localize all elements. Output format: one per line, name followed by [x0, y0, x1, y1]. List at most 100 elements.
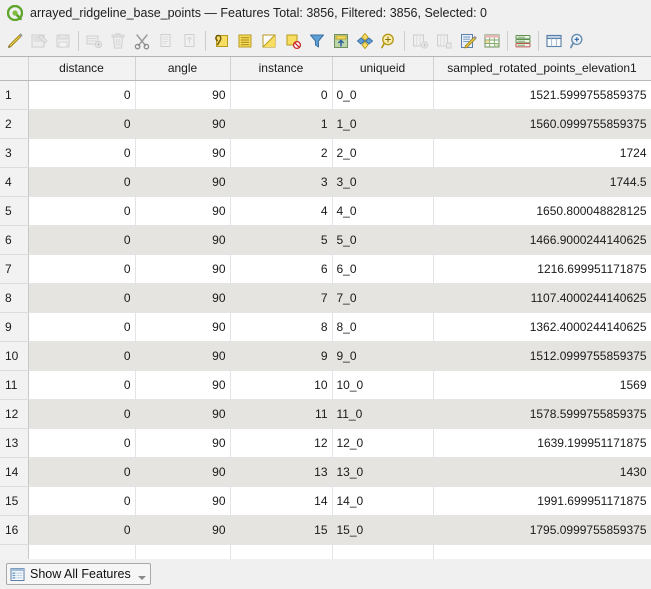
cell-distance[interactable]: 0: [28, 167, 136, 197]
cell-elevation[interactable]: 1724: [433, 138, 651, 168]
cell-instance[interactable]: [230, 544, 333, 559]
column-header-instance[interactable]: instance: [230, 57, 333, 81]
table-row[interactable]: 3 0 90 2 2_0 1724: [0, 138, 651, 168]
table-row[interactable]: 2 0 90 1 1_0 1560.0999755859375: [0, 109, 651, 139]
cell-elevation[interactable]: 1650.800048828125: [433, 196, 651, 226]
table-row-partial[interactable]: [0, 544, 651, 559]
cell-angle[interactable]: 90: [135, 109, 231, 139]
attribute-table[interactable]: distance angle instance uniqueid sampled…: [0, 56, 651, 559]
cell-distance[interactable]: 0: [28, 370, 136, 400]
select-by-expression-icon[interactable]: [209, 29, 233, 53]
cell-instance[interactable]: 9: [230, 341, 333, 371]
cell-uniqueid[interactable]: [332, 544, 434, 559]
cell-angle[interactable]: 90: [135, 515, 231, 545]
cell-instance[interactable]: 10: [230, 370, 333, 400]
cell-instance[interactable]: 1: [230, 109, 333, 139]
invert-selection-icon[interactable]: [257, 29, 281, 53]
cell-uniqueid[interactable]: 11_0: [332, 399, 434, 429]
cell-distance[interactable]: 0: [28, 196, 136, 226]
organize-columns-icon[interactable]: [511, 29, 535, 53]
cell-angle[interactable]: 90: [135, 370, 231, 400]
add-feature-icon[interactable]: [82, 29, 106, 53]
column-header-angle[interactable]: angle: [135, 57, 231, 81]
table-row[interactable]: 11 0 90 10 10_0 1569: [0, 370, 651, 400]
row-number[interactable]: 12: [0, 399, 29, 429]
table-row[interactable]: 15 0 90 14 14_0 1991.699951171875: [0, 486, 651, 516]
table-row[interactable]: 8 0 90 7 7_0 1107.4000244140625: [0, 283, 651, 313]
cell-angle[interactable]: 90: [135, 254, 231, 284]
cell-distance[interactable]: 0: [28, 515, 136, 545]
row-number[interactable]: 2: [0, 109, 29, 139]
cell-uniqueid[interactable]: 8_0: [332, 312, 434, 342]
column-header-elevation[interactable]: sampled_rotated_points_elevation1: [433, 57, 651, 81]
filter-selection-icon[interactable]: [305, 29, 329, 53]
cell-instance[interactable]: 8: [230, 312, 333, 342]
cell-uniqueid[interactable]: 3_0: [332, 167, 434, 197]
open-field-calculator-icon[interactable]: [456, 29, 480, 53]
cell-angle[interactable]: 90: [135, 457, 231, 487]
cell-uniqueid[interactable]: 2_0: [332, 138, 434, 168]
cell-distance[interactable]: 0: [28, 312, 136, 342]
cell-uniqueid[interactable]: 15_0: [332, 515, 434, 545]
cell-instance[interactable]: 14: [230, 486, 333, 516]
cell-uniqueid[interactable]: 13_0: [332, 457, 434, 487]
cell-distance[interactable]: 0: [28, 486, 136, 516]
cell-uniqueid[interactable]: 4_0: [332, 196, 434, 226]
show-all-features-button[interactable]: Show All Features: [6, 563, 151, 585]
cell-elevation[interactable]: 1795.0999755859375: [433, 515, 651, 545]
cell-elevation[interactable]: 1466.9000244140625: [433, 225, 651, 255]
cell-distance[interactable]: 0: [28, 225, 136, 255]
cell-elevation[interactable]: 1216.699951171875: [433, 254, 651, 284]
cell-instance[interactable]: 6: [230, 254, 333, 284]
cell-instance[interactable]: 5: [230, 225, 333, 255]
cell-uniqueid[interactable]: 9_0: [332, 341, 434, 371]
cell-elevation[interactable]: 1560.0999755859375: [433, 109, 651, 139]
cell-uniqueid[interactable]: 0_0: [332, 80, 434, 110]
cell-uniqueid[interactable]: 12_0: [332, 428, 434, 458]
row-number[interactable]: 1: [0, 80, 29, 110]
row-number[interactable]: 14: [0, 457, 29, 487]
reload-table-icon[interactable]: [51, 29, 75, 53]
row-number[interactable]: 3: [0, 138, 29, 168]
cell-instance[interactable]: 4: [230, 196, 333, 226]
cell-elevation[interactable]: 1521.5999755859375: [433, 80, 651, 110]
row-number[interactable]: 15: [0, 486, 29, 516]
row-number[interactable]: 11: [0, 370, 29, 400]
cell-instance[interactable]: 3: [230, 167, 333, 197]
cell-uniqueid[interactable]: 14_0: [332, 486, 434, 516]
table-row[interactable]: 16 0 90 15 15_0 1795.0999755859375: [0, 515, 651, 545]
cell-angle[interactable]: 90: [135, 341, 231, 371]
cell-elevation[interactable]: 1430: [433, 457, 651, 487]
select-all-icon[interactable]: [233, 29, 257, 53]
cell-distance[interactable]: 0: [28, 138, 136, 168]
table-row[interactable]: 14 0 90 13 13_0 1430: [0, 457, 651, 487]
cell-distance[interactable]: 0: [28, 109, 136, 139]
row-number[interactable]: 5: [0, 196, 29, 226]
cell-angle[interactable]: 90: [135, 138, 231, 168]
deselect-all-icon[interactable]: [281, 29, 305, 53]
row-number[interactable]: 10: [0, 341, 29, 371]
row-number[interactable]: 7: [0, 254, 29, 284]
pan-map-to-selected-icon[interactable]: [353, 29, 377, 53]
cell-uniqueid[interactable]: 6_0: [332, 254, 434, 284]
cell-elevation[interactable]: 1744.5: [433, 167, 651, 197]
cell-distance[interactable]: [28, 544, 136, 559]
cell-instance[interactable]: 7: [230, 283, 333, 313]
row-number[interactable]: 8: [0, 283, 29, 313]
delete-selected-icon[interactable]: [106, 29, 130, 53]
delete-field-icon[interactable]: [432, 29, 456, 53]
cell-elevation[interactable]: 1578.5999755859375: [433, 399, 651, 429]
table-row[interactable]: 7 0 90 6 6_0 1216.699951171875: [0, 254, 651, 284]
cell-elevation[interactable]: [433, 544, 651, 559]
cell-angle[interactable]: [135, 544, 231, 559]
cell-elevation[interactable]: 1569: [433, 370, 651, 400]
copy-features-icon[interactable]: [154, 29, 178, 53]
conditional-formatting-icon[interactable]: [480, 29, 504, 53]
table-row[interactable]: 9 0 90 8 8_0 1362.4000244140625: [0, 312, 651, 342]
cell-uniqueid[interactable]: 10_0: [332, 370, 434, 400]
cell-instance[interactable]: 15: [230, 515, 333, 545]
row-number[interactable]: 16: [0, 515, 29, 545]
chevron-down-icon[interactable]: [137, 576, 146, 580]
cell-elevation[interactable]: 1639.199951171875: [433, 428, 651, 458]
cell-uniqueid[interactable]: 1_0: [332, 109, 434, 139]
